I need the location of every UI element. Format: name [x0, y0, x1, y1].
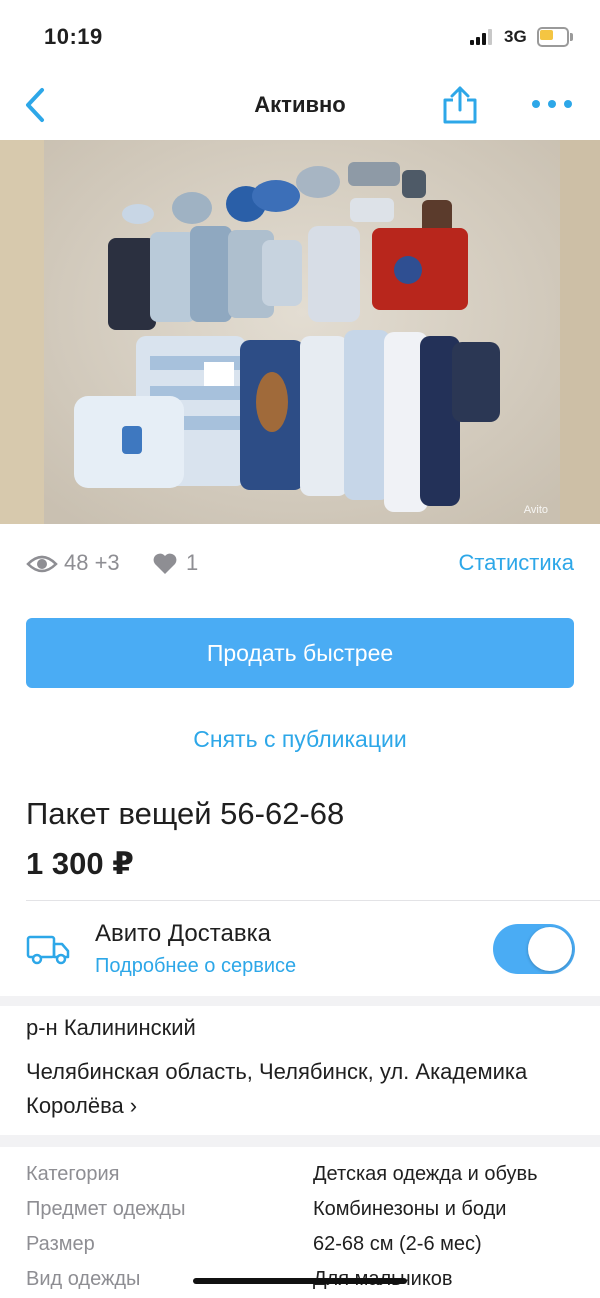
param-value: Комбинезоны и боди [313, 1198, 507, 1220]
eye-icon [26, 553, 58, 575]
delivery-title: Авито Доставка [95, 920, 271, 947]
param-label: Размер [26, 1233, 95, 1255]
status-time: 10:19 [44, 24, 103, 49]
chevron-right-icon: › [129, 1093, 138, 1118]
status-bar: 10:19 3G [0, 0, 600, 70]
toggle-knob [528, 927, 572, 971]
delivery-details-link[interactable]: Подробнее о сервисе [95, 955, 296, 978]
section-separator [0, 1135, 600, 1147]
page-title: Активно [254, 92, 346, 117]
param-value: Детская одежда и обувь [313, 1163, 538, 1185]
more-icon[interactable] [530, 94, 574, 114]
address-text: Челябинская область, Челябинск, ул. Акад… [26, 1059, 528, 1118]
district: р-н Калининский [26, 1015, 196, 1040]
heart-icon [152, 553, 178, 575]
param-row: Категория Детская одежда и обувь [0, 1163, 600, 1197]
home-indicator[interactable] [193, 1278, 407, 1284]
unpublish-link[interactable]: Снять с публикации [0, 726, 600, 753]
delivery-truck-icon [26, 934, 70, 966]
network-type: 3G [504, 27, 527, 46]
param-label: Вид одежды [26, 1268, 141, 1290]
share-icon[interactable] [440, 84, 480, 126]
sell-faster-button[interactable]: Продать быстрее [26, 618, 574, 688]
statistics-link[interactable]: Статистика [458, 550, 574, 576]
favorites-count: 1 [186, 550, 199, 575]
listing-title: Пакет вещей 56-62-68 [26, 796, 345, 831]
listing-photo[interactable]: Avito [0, 140, 600, 524]
param-value: 62-68 см (2-6 мес) [313, 1233, 482, 1255]
views-count: 48 +3 [64, 550, 120, 575]
divider [26, 900, 600, 901]
photo-watermark: Avito [523, 504, 548, 516]
delivery-toggle[interactable] [493, 924, 575, 974]
param-label: Предмет одежды [26, 1198, 186, 1220]
stats-row: 48 +3 1 Статистика [0, 540, 600, 588]
param-label: Категория [26, 1163, 120, 1185]
address-link[interactable]: Челябинская область, Челябинск, ул. Акад… [26, 1055, 546, 1123]
section-separator [0, 996, 600, 1006]
listing-price: 1 300 ₽ [26, 846, 134, 881]
param-row: Размер 62-68 см (2-6 мес) [0, 1233, 600, 1267]
nav-bar: Активно [0, 70, 600, 140]
battery-icon [537, 27, 573, 47]
signal-strength-icon [470, 29, 496, 45]
param-row: Предмет одежды Комбинезоны и боди [0, 1198, 600, 1232]
